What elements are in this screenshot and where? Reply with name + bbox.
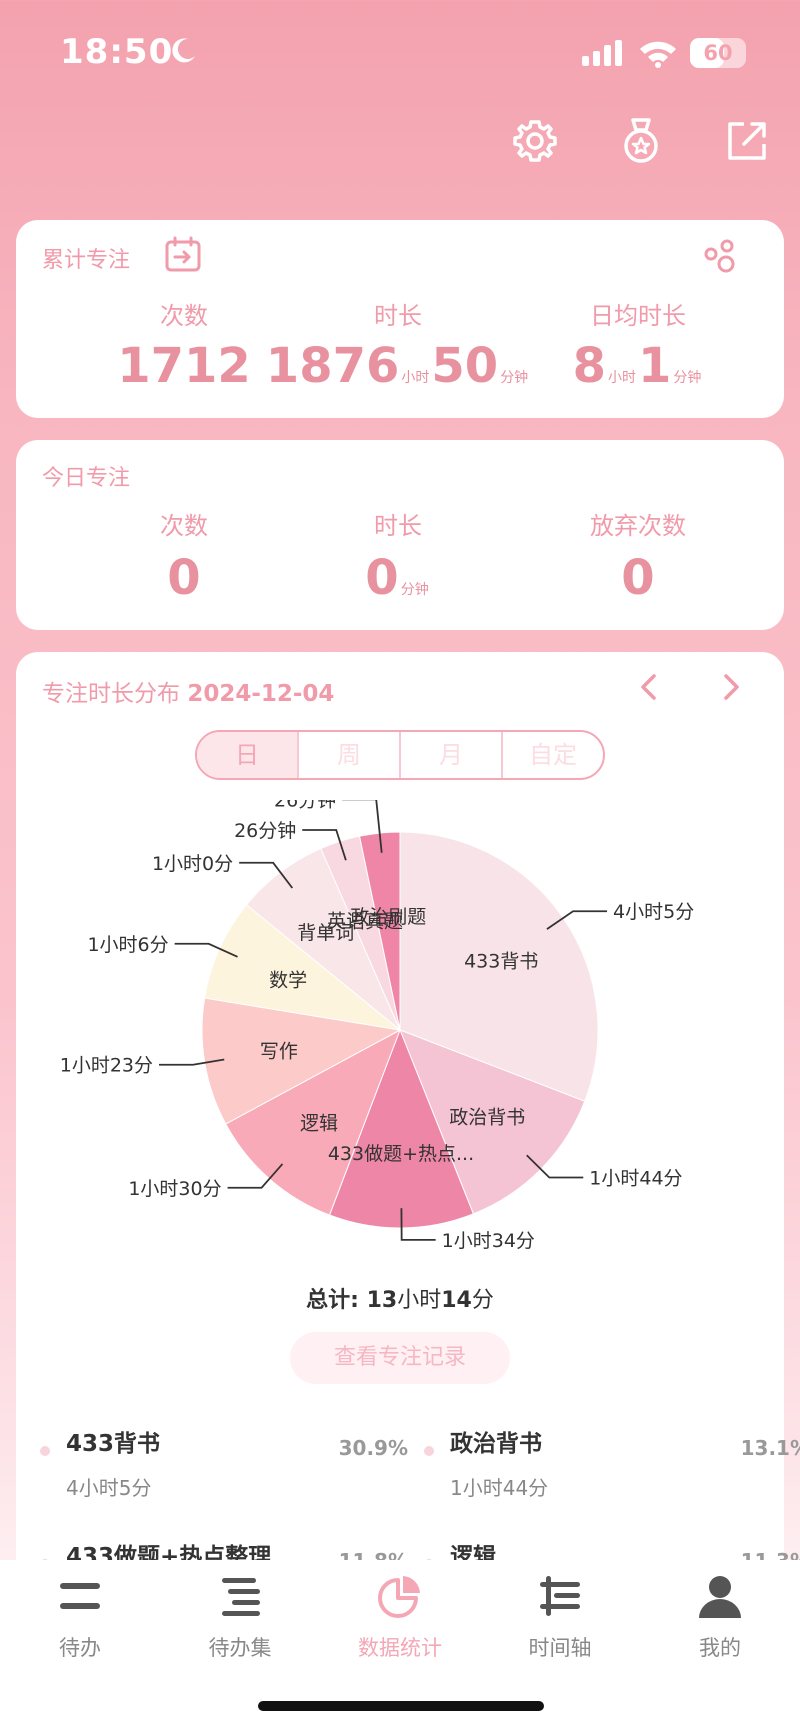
period-tabs: 日 周 月 自定 [195, 730, 605, 780]
pie-duration-label: 26分钟 [234, 820, 296, 842]
battery-indicator: 60 [690, 38, 746, 68]
tab-statistics[interactable]: 数据统计 [320, 1560, 480, 1670]
total-duration: 总计: 13小时14分 [306, 1288, 494, 1313]
today-count-label: 次数 [160, 512, 208, 540]
signal-icon [582, 40, 622, 66]
home-indicator [258, 1701, 544, 1711]
tab-month[interactable]: 月 [401, 732, 503, 778]
today-card: 今日专注 次数 时长 放弃次数 0 0 分钟 0 [16, 440, 784, 630]
bubbles-icon[interactable] [702, 238, 738, 274]
pie-duration-label: 1小时44分 [589, 1168, 682, 1190]
pie-duration-label: 1小时30分 [128, 1178, 221, 1200]
tab-label: 待办 [59, 1636, 101, 1660]
cumulative-avg-label: 日均时长 [590, 302, 686, 330]
tab-custom[interactable]: 自定 [503, 732, 603, 778]
tab-label: 数据统计 [358, 1636, 442, 1660]
chevron-right-icon[interactable] [714, 670, 748, 704]
tab-week[interactable]: 周 [299, 732, 401, 778]
status-bar: 18:50 60 [0, 0, 800, 100]
tab-label: 待办集 [208, 1636, 272, 1660]
tab-profile[interactable]: 我的 [640, 1560, 800, 1670]
pie-duration-label: 4小时5分 [613, 901, 694, 923]
battery-level: 60 [703, 41, 733, 65]
pie-duration-label: 1小时34分 [442, 1230, 535, 1252]
pie-slice-label: 写作 [260, 1040, 298, 1062]
pie-duration-label: 26分钟 [274, 800, 336, 811]
legend-item[interactable]: 433背书 4小时5分 30.9% [40, 1424, 408, 1524]
status-time: 18:50 [60, 32, 174, 72]
share-icon[interactable] [722, 116, 772, 166]
chevron-left-icon[interactable] [632, 670, 666, 704]
pie-duration-label: 1小时0分 [152, 853, 233, 875]
cumulative-count-label: 次数 [160, 302, 208, 330]
legend-name: 433背书 [66, 1431, 161, 1457]
cumulative-daily-avg: 8 小时1 分钟 [572, 338, 702, 394]
legend-percent: 30.9% [338, 1436, 408, 1460]
pie-slice-label: 433做题+热点... [328, 1143, 474, 1165]
distribution-title: 专注时长分布 2024-12-04 [42, 681, 335, 707]
cumulative-card: 累计专注 次数 时长 日均时长 1712 1876 小时50 分钟 8 小时1 分钟 [16, 220, 784, 418]
legend-duration: 4小时5分 [66, 1476, 152, 1500]
legend-name: 政治背书 [450, 1431, 542, 1457]
pie-chart-svg: 433背书 4小时5分政治背书 1小时44分 433做题+热点... 1小时34分 逻辑 1… [60, 800, 694, 1252]
pie-slice-label: 政治背书 [449, 1106, 525, 1128]
tab-timeline[interactable]: 时间轴 [480, 1560, 640, 1670]
tab-day[interactable]: 日 [197, 732, 299, 778]
pie-slice-label: 433背书 [464, 951, 538, 973]
today-duration-label: 时长 [374, 512, 422, 540]
legend-dot [424, 1446, 434, 1456]
cumulative-duration-label: 时长 [374, 302, 422, 330]
moon-icon [172, 38, 195, 63]
tab-todo-set[interactable]: 待办集 [160, 1560, 320, 1670]
legend-dot [40, 1446, 50, 1456]
legend-percent: 13.1% [740, 1436, 800, 1460]
pie-duration-label: 1小时23分 [60, 1055, 153, 1077]
today-title: 今日专注 [42, 466, 131, 491]
today-count: 0 [167, 550, 201, 606]
cumulative-duration: 1876 小时50 分钟 [265, 338, 529, 394]
pie-slice-label: 逻辑 [300, 1112, 338, 1134]
today-abandon-label: 放弃次数 [590, 512, 686, 540]
pie-chart: 433背书 4小时5分政治背书 1小时44分 433做题+热点... 1小时34分 逻辑 1… [16, 800, 784, 1260]
pie-slice-label: 政治刷题 [350, 906, 426, 928]
legend-item[interactable]: 政治背书 1小时44分 13.1% [424, 1424, 800, 1524]
wifi-icon [640, 41, 676, 68]
tab-label: 我的 [699, 1636, 741, 1660]
today-duration: 0 分钟 [365, 550, 429, 606]
pie-slice-label: 数学 [269, 970, 307, 992]
profile-icon [699, 1576, 741, 1618]
tab-label: 时间轴 [528, 1636, 592, 1660]
timeline-icon [540, 1576, 580, 1616]
pie-duration-label: 1小时6分 [87, 934, 168, 956]
medal-icon[interactable] [616, 116, 666, 166]
todo-set-icon [222, 1578, 260, 1616]
today-abandon: 0 [621, 550, 655, 606]
todo-icon [60, 1583, 100, 1609]
view-records-button[interactable]: 查看专注记录 [290, 1332, 510, 1384]
legend-duration: 1小时44分 [450, 1476, 549, 1500]
cumulative-title: 累计专注 [42, 248, 131, 273]
pie-chart-icon [378, 1576, 420, 1618]
tab-todo[interactable]: 待办 [0, 1560, 160, 1670]
gear-icon[interactable] [510, 116, 560, 166]
calendar-icon[interactable] [164, 236, 202, 274]
